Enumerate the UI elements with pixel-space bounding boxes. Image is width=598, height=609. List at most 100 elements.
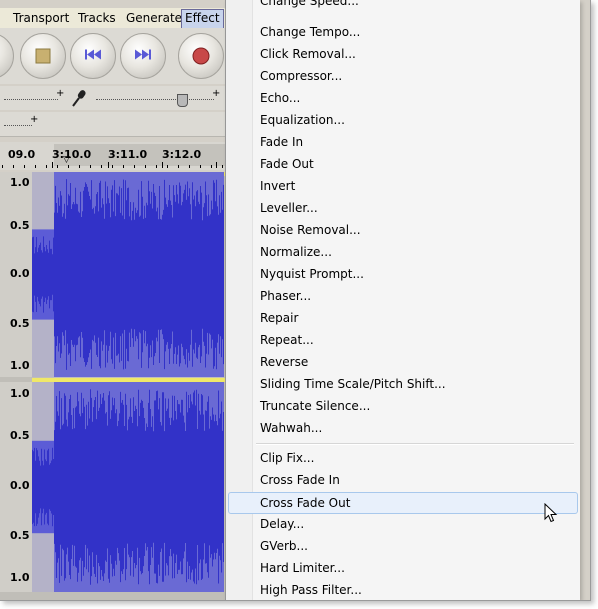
output-volume-slider[interactable] (4, 99, 58, 101)
menu-item-normalize[interactable]: Normalize... (228, 241, 576, 263)
menu-item-cross-fade-in[interactable]: Cross Fade In (228, 469, 576, 491)
menu-item-hard-limiter[interactable]: Hard Limiter... (228, 557, 576, 579)
menu-item-echo[interactable]: Echo... (228, 87, 576, 109)
ruler-tick (52, 162, 53, 168)
menu-item-label: Cross Fade Out (260, 496, 351, 510)
menu-item-label: Truncate Silence... (260, 399, 371, 413)
menu-generate[interactable]: Generate (123, 9, 185, 27)
menu-item-label: Invert (260, 179, 296, 193)
menu-item-phaser[interactable]: Phaser... (228, 285, 576, 307)
amplitude-label: 0.5 (10, 317, 30, 330)
input-volume-thumb[interactable] (176, 94, 188, 107)
menu-item-change-tempo[interactable]: Change Tempo... (228, 21, 576, 43)
menu-item-label: Sliding Time Scale/Pitch Shift... (260, 377, 446, 391)
menu-item-nyquist-prompt[interactable]: Nyquist Prompt... (228, 263, 576, 285)
waveform[interactable] (32, 172, 224, 377)
menu-item-label: GVerb... (260, 539, 308, 553)
menu-item-wahwah[interactable]: Wahwah... (228, 417, 576, 439)
menu-item-fade-in[interactable]: Fade In (228, 131, 576, 153)
menu-effect[interactable]: Effect (181, 9, 224, 29)
input-volume-slider[interactable] (96, 99, 214, 101)
input-volume-plus: + (212, 88, 221, 99)
ruler-minor-tick (35, 165, 36, 168)
track-panel: 1.0 0.5 0.0 0.5 1.0 1.0 0.5 0.0 0.5 1.0 (0, 172, 230, 600)
skip-to-end-button[interactable] (120, 33, 166, 79)
menu-item-leveller[interactable]: Leveller... (228, 197, 576, 219)
audio-track-right[interactable]: 1.0 0.5 0.0 0.5 1.0 (0, 382, 230, 592)
record-button[interactable] (178, 33, 224, 79)
menu-item-sliding-time-scale[interactable]: Sliding Time Scale/Pitch Shift... (228, 373, 576, 395)
menu-item-truncate-silence[interactable]: Truncate Silence... (228, 395, 576, 417)
menu-item-label: Change Tempo... (260, 25, 361, 39)
menu-item-compressor[interactable]: Compressor... (228, 65, 576, 87)
menubar: Transport Tracks Generate Effect (0, 8, 230, 29)
ruler-grip-icon[interactable]: ▽ (63, 156, 70, 165)
menu-item-fade-out[interactable]: Fade Out (228, 153, 576, 175)
play-speed-slider[interactable] (4, 125, 32, 127)
ruler-minor-tick (123, 165, 124, 168)
waveform[interactable] (32, 382, 224, 592)
mixer-toolbar: + + (0, 86, 230, 110)
menu-item-label: Echo... (260, 91, 301, 105)
amplitude-label: 1.0 (10, 387, 30, 400)
output-volume-plus: + (56, 88, 65, 99)
menu-item-label: Delay... (260, 517, 305, 531)
microphone-icon (70, 89, 88, 107)
timeline-ruler[interactable]: 09.0 3:10.0 3:11.0 3:12.0 ▽ (0, 142, 230, 170)
ruler-minor-tick (2, 165, 3, 168)
waveform-graphic (32, 172, 224, 377)
menu-item-label: Reverse (260, 355, 309, 369)
menu-item-high-pass-filter[interactable]: High Pass Filter... (228, 579, 576, 600)
ruler-minor-tick (211, 165, 212, 168)
stop-icon (35, 48, 51, 64)
menu-item-repeat[interactable]: Repeat... (228, 329, 576, 351)
menu-item-label: Change Speed... (260, 0, 359, 8)
ruler-label: 3:12.0 (162, 148, 202, 161)
ruler-minor-tick (24, 165, 25, 168)
menu-item-invert[interactable]: Invert (228, 175, 576, 197)
record-icon (192, 47, 210, 65)
ruler-label: 3:10.0 (52, 148, 92, 161)
menu-item-equalization[interactable]: Equalization... (228, 109, 576, 131)
menu-item-label: Leveller... (260, 201, 318, 215)
menu-item-label: Fade Out (260, 157, 314, 171)
menu-item-label: Phaser... (260, 289, 312, 303)
speed-toolbar: + (0, 112, 230, 137)
audio-track-left[interactable]: 1.0 0.5 0.0 0.5 1.0 (0, 172, 230, 377)
menu-transport[interactable]: Transport (10, 9, 72, 27)
skip-to-start-icon (85, 49, 101, 64)
amplitude-label: 0.0 (10, 479, 30, 492)
menu-item-label: Repair (260, 311, 299, 325)
menu-item-reverse[interactable]: Reverse (228, 351, 576, 373)
ruler-minor-tick (68, 165, 69, 168)
ruler-minor-tick (90, 165, 91, 168)
skip-to-end-icon (135, 49, 151, 64)
skip-to-start-button[interactable] (70, 33, 116, 79)
menu-item-change-speed[interactable]: Change Speed... (228, 0, 576, 22)
menu-item-repair[interactable]: Repair (228, 307, 576, 329)
menu-item-cross-fade-out[interactable]: Cross Fade Out (228, 492, 578, 514)
menu-item-label: Noise Removal... (260, 223, 361, 237)
menu-item-label: Click Removal... (260, 47, 356, 61)
amplitude-label: 1.0 (10, 571, 30, 584)
ruler-minor-tick (46, 165, 47, 168)
menu-item-label: Normalize... (260, 245, 332, 259)
menu-item-click-removal[interactable]: Click Removal... (228, 43, 576, 65)
amplitude-label: 1.0 (10, 176, 30, 189)
menu-item-clip-fix[interactable]: Clip Fix... (228, 447, 576, 469)
waveform-graphic (32, 382, 224, 592)
menu-item-gverb[interactable]: GVerb... (228, 535, 576, 557)
menu-tracks[interactable]: Tracks (75, 9, 119, 27)
stop-button[interactable] (20, 33, 66, 79)
ruler-minor-tick (13, 165, 14, 168)
ruler-minor-tick (189, 165, 190, 168)
ruler-minor-tick (57, 165, 58, 168)
menu-item-delay[interactable]: Delay... (228, 513, 576, 535)
play-button[interactable] (0, 33, 14, 79)
audacity-window: Transport Tracks Generate Effect + + + 0… (0, 0, 591, 601)
ruler-minor-tick (200, 165, 201, 168)
menu-separator (256, 443, 574, 445)
transport-toolbar (0, 28, 230, 84)
menu-item-noise-removal[interactable]: Noise Removal... (228, 219, 576, 241)
menu-item-label: High Pass Filter... (260, 583, 362, 597)
